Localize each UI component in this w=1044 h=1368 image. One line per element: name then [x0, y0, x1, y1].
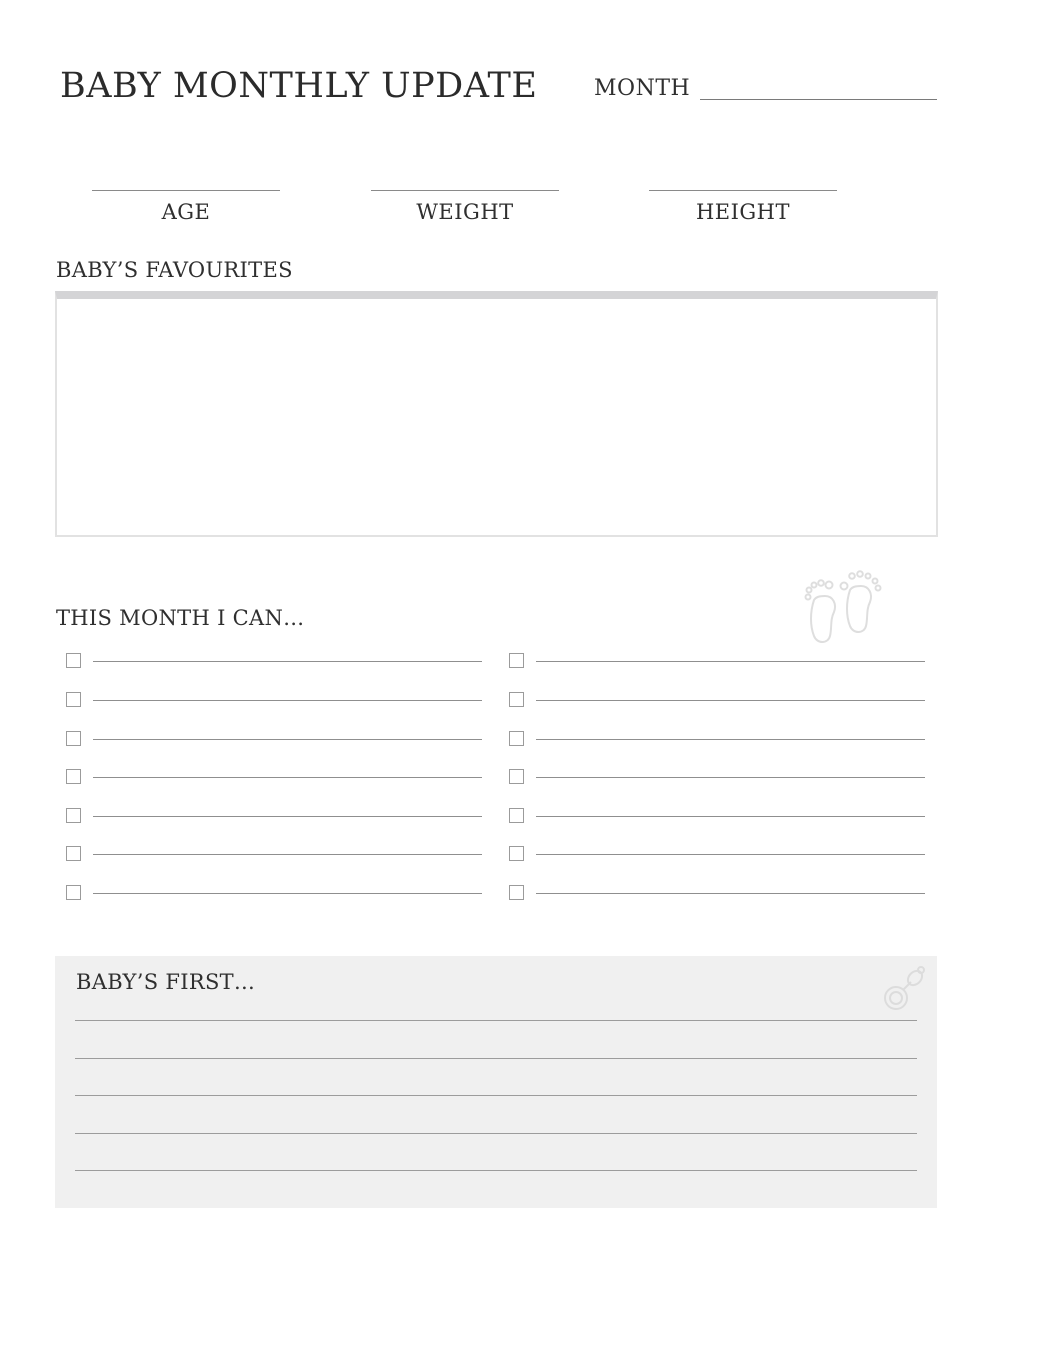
milestone-line[interactable]	[536, 739, 925, 740]
weight-stat: WEIGHT	[371, 190, 559, 224]
age-label: AGE	[161, 200, 211, 224]
checklist-left-column	[66, 653, 486, 903]
firsts-line[interactable]	[75, 1170, 917, 1171]
milestone-line[interactable]	[536, 661, 925, 662]
milestone-line[interactable]	[536, 816, 925, 817]
firsts-box: BABY’S FIRST…	[55, 956, 937, 1208]
height-field[interactable]	[649, 190, 837, 191]
checklist-right-column	[509, 653, 929, 903]
milestone-checkbox[interactable]	[509, 653, 524, 668]
milestone-checkbox[interactable]	[66, 808, 81, 823]
milestone-line[interactable]	[93, 739, 482, 740]
weight-field[interactable]	[371, 190, 559, 191]
age-stat: AGE	[92, 190, 280, 224]
milestone-line[interactable]	[93, 854, 482, 855]
favourites-heading: BABY’S FAVOURITES	[56, 258, 293, 282]
pacifier-icon	[884, 966, 925, 1010]
milestone-line[interactable]	[93, 777, 482, 778]
milestone-checkbox[interactable]	[66, 885, 81, 900]
milestone-checkbox[interactable]	[66, 731, 81, 746]
firsts-line[interactable]	[75, 1058, 917, 1059]
month-field[interactable]	[700, 99, 937, 100]
milestone-checkbox[interactable]	[66, 692, 81, 707]
milestone-line[interactable]	[536, 854, 925, 855]
baby-feet-icon	[804, 570, 882, 643]
milestone-checkbox[interactable]	[509, 692, 524, 707]
milestone-checkbox[interactable]	[509, 808, 524, 823]
height-label: HEIGHT	[695, 200, 791, 224]
firsts-line[interactable]	[75, 1095, 917, 1096]
favourites-box[interactable]	[55, 291, 938, 537]
milestone-checkbox[interactable]	[66, 653, 81, 668]
milestone-line[interactable]	[93, 700, 482, 701]
milestone-checkbox[interactable]	[509, 769, 524, 784]
milestone-checkbox[interactable]	[509, 885, 524, 900]
page-title: BABY MONTHLY UPDATE	[60, 66, 538, 106]
firsts-line[interactable]	[75, 1133, 917, 1134]
firsts-line[interactable]	[75, 1020, 917, 1021]
milestone-line[interactable]	[536, 700, 925, 701]
height-stat: HEIGHT	[649, 190, 837, 224]
milestone-line[interactable]	[93, 893, 482, 894]
milestone-checkbox[interactable]	[509, 731, 524, 746]
milestones-heading: THIS MONTH I CAN…	[56, 606, 305, 630]
milestone-checkbox[interactable]	[66, 846, 81, 861]
firsts-heading: BABY’S FIRST…	[76, 970, 256, 994]
age-field[interactable]	[92, 190, 280, 191]
milestone-checkbox[interactable]	[509, 846, 524, 861]
month-label: MONTH	[594, 76, 691, 101]
milestone-line[interactable]	[536, 893, 925, 894]
weight-label: WEIGHT	[416, 200, 514, 224]
milestone-checkbox[interactable]	[66, 769, 81, 784]
milestone-line[interactable]	[93, 661, 482, 662]
milestone-line[interactable]	[536, 777, 925, 778]
milestone-line[interactable]	[93, 816, 482, 817]
